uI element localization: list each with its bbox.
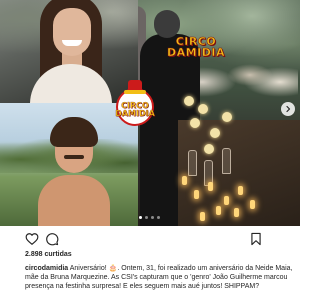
post-caption: circodamidia Aniversário! 🎂. Ontem, 31, … (25, 264, 295, 291)
flower (190, 118, 200, 128)
candle (224, 196, 229, 205)
photo-party-event (138, 0, 300, 226)
heart-icon[interactable] (25, 232, 39, 246)
carousel-dot (157, 216, 160, 219)
candle (250, 200, 255, 209)
flower (204, 144, 214, 154)
post-action-bar (0, 230, 300, 248)
candle (234, 208, 239, 217)
candle (208, 182, 213, 191)
circo-damidia-badge-logo: CIRCO DAMIDIA (115, 80, 155, 126)
flower (222, 112, 232, 122)
candle (200, 212, 205, 221)
flower (210, 128, 220, 138)
carousel-dot (139, 216, 142, 219)
carousel-indicator (139, 216, 161, 220)
circo-damidia-logo-text: CIRCO DAMIDIA (167, 35, 225, 59)
glass-vase (222, 148, 231, 174)
instagram-post: CIRCO DAMIDIA CIRCO DAMIDIA 2.898 curtid… (0, 0, 300, 300)
carousel-dot (151, 216, 154, 219)
glass-vase (188, 150, 197, 176)
caption-username[interactable]: circodamidia (25, 265, 68, 272)
flower (198, 104, 208, 114)
chevron-right-icon (286, 105, 291, 113)
flower (184, 96, 194, 106)
carousel-next-button[interactable] (281, 102, 295, 116)
like-count[interactable]: 2.898 curtidas (25, 251, 72, 258)
bookmark-icon[interactable] (249, 232, 263, 246)
carousel-dot (145, 216, 148, 219)
candle (194, 190, 199, 199)
candle (182, 176, 187, 185)
candle (238, 186, 243, 195)
candle (216, 206, 221, 215)
comment-icon[interactable] (45, 232, 59, 246)
post-media-carousel[interactable]: CIRCO DAMIDIA CIRCO DAMIDIA (0, 0, 300, 226)
caption-text-start: Aniversário! (68, 265, 109, 272)
